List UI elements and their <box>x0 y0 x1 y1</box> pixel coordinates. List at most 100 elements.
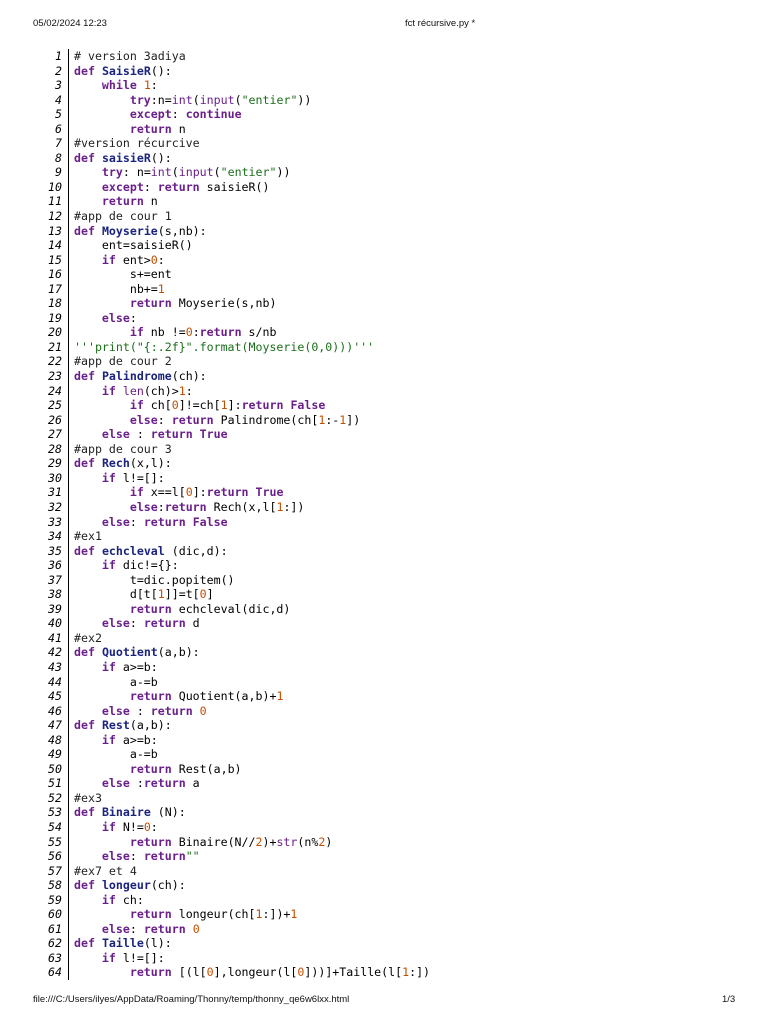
code-text: a-=b <box>74 674 158 689</box>
code-text: if nb !=0:return s/nb <box>129 325 277 340</box>
code-text: #ex2 <box>74 630 102 645</box>
code-line: 23 def Palindrome(ch): <box>40 369 740 384</box>
line-number: 20 <box>40 325 69 340</box>
line-number: 23 <box>40 369 69 384</box>
code-text: return Rest(a,b) <box>129 761 242 776</box>
line-number: 45 <box>40 689 69 704</box>
line-number: 12 <box>40 209 69 224</box>
code-line: 24 if len(ch)>1: <box>40 383 740 399</box>
line-number: 19 <box>40 310 69 326</box>
line-number: 27 <box>40 427 69 442</box>
line-number: 34 <box>40 529 69 544</box>
code-line: 1 # version 3adiya <box>40 49 740 64</box>
line-number: 17 <box>40 281 69 297</box>
line-number: 44 <box>40 674 69 690</box>
code-text: try:n=int(input("entier")) <box>129 92 312 107</box>
code-text: #app de cour 3 <box>74 441 172 456</box>
code-line: 4 try:n=int(input("entier")) <box>40 92 740 108</box>
code-line: 54 if N!=0: <box>40 819 740 835</box>
line-number: 57 <box>40 863 69 879</box>
code-text: if l!=[]: <box>101 470 165 485</box>
code-text: return [(l[0],longeur(l[0]))]+Taille(l[1… <box>129 965 431 980</box>
code-line: 62 def Taille(l): <box>40 936 740 951</box>
code-line: 45 return Quotient(a,b)+1 <box>40 689 740 704</box>
line-number: 29 <box>40 456 69 471</box>
code-line: 2 def SaisieR(): <box>40 63 740 79</box>
code-text: return n <box>129 121 186 136</box>
line-number: 14 <box>40 238 69 253</box>
code-line: 55 return Binaire(N//2)+str(n%2) <box>40 834 740 850</box>
code-text: def echcleval (dic,d): <box>74 543 228 558</box>
line-number: 6 <box>40 121 69 137</box>
code-line: 32 else:return Rech(x,l[1:]) <box>40 499 740 515</box>
code-line: 58 def longeur(ch): <box>40 878 740 893</box>
code-text: #app de cour 1 <box>74 209 172 224</box>
line-number: 2 <box>40 63 69 79</box>
code-line: 39 return echcleval(dic,d) <box>40 601 740 617</box>
line-number: 50 <box>40 761 69 777</box>
line-number: 4 <box>40 92 69 108</box>
code-text: else: return Palindrome(ch[1:-1]) <box>129 412 361 427</box>
code-line: 37 t=dic.popitem() <box>40 572 740 588</box>
line-number: 63 <box>40 950 69 966</box>
code-line: 18 return Moyserie(s,nb) <box>40 296 740 311</box>
code-line: 46 else : return 0 <box>40 703 740 719</box>
code-text: #app de cour 2 <box>74 354 172 369</box>
line-number: 21 <box>40 339 69 355</box>
line-number: 16 <box>40 267 69 282</box>
line-number: 62 <box>40 936 69 951</box>
line-number: 28 <box>40 441 69 457</box>
line-number: 53 <box>40 805 69 820</box>
code-text: return longeur(ch[1:])+1 <box>129 907 298 922</box>
code-text: def saisieR(): <box>74 150 172 165</box>
line-number: 3 <box>40 78 69 93</box>
line-number: 5 <box>40 107 69 122</box>
document-title: fct récursive.py * <box>405 18 476 29</box>
line-number: 13 <box>40 223 69 239</box>
line-number: 31 <box>40 485 69 500</box>
code-text: if ch: <box>101 892 144 907</box>
print-datetime: 05/02/2024 12:23 <box>33 18 107 29</box>
code-text: d[t[1]]=t[0] <box>74 587 214 602</box>
code-text: if len(ch)>1: <box>101 383 193 398</box>
code-text: def Quotient(a,b): <box>74 645 200 660</box>
code-line: 17 nb+=1 <box>40 281 740 297</box>
code-line: 16 s+=ent <box>40 267 740 282</box>
code-line: 13 def Moyserie(s,nb): <box>40 223 740 239</box>
line-number: 42 <box>40 645 69 660</box>
code-line: 5 except: continue <box>40 107 740 122</box>
code-line: 27 else : return True <box>40 427 740 442</box>
code-line: 59 if ch: <box>40 892 740 908</box>
code-line: 61 else: return 0 <box>40 921 740 937</box>
code-line: 14 ent=saisieR() <box>40 238 740 253</box>
code-text: except: return saisieR() <box>101 179 270 194</box>
code-line: 10 except: return saisieR() <box>40 179 740 195</box>
line-number: 22 <box>40 354 69 370</box>
line-number: 51 <box>40 776 69 791</box>
code-text: else :return a <box>101 776 200 791</box>
line-number: 24 <box>40 383 69 399</box>
code-text: #ex3 <box>74 790 102 805</box>
code-text: return n <box>101 194 158 209</box>
code-line: 22 #app de cour 2 <box>40 354 740 370</box>
code-text: return echcleval(dic,d) <box>129 601 291 616</box>
code-text: if l!=[]: <box>101 950 165 965</box>
code-line: 56 else: return"" <box>40 849 740 864</box>
line-number: 55 <box>40 834 69 850</box>
code-line: 52 #ex3 <box>40 790 740 806</box>
code-line: 26 else: return Palindrome(ch[1:-1]) <box>40 412 740 428</box>
code-line: 35 def echcleval (dic,d): <box>40 543 740 559</box>
line-number: 18 <box>40 296 69 311</box>
code-line: 42 def Quotient(a,b): <box>40 645 740 660</box>
code-text: def Rech(x,l): <box>74 456 172 471</box>
code-line: 29 def Rech(x,l): <box>40 456 740 471</box>
code-line: 49 a-=b <box>40 747 740 762</box>
line-number: 52 <box>40 790 69 806</box>
line-number: 10 <box>40 179 69 195</box>
code-text: else : return 0 <box>101 703 207 718</box>
code-text: nb+=1 <box>74 281 165 296</box>
line-number: 15 <box>40 252 69 268</box>
code-text: def SaisieR(): <box>74 63 172 78</box>
line-number: 46 <box>40 703 69 719</box>
line-number: 40 <box>40 616 69 631</box>
